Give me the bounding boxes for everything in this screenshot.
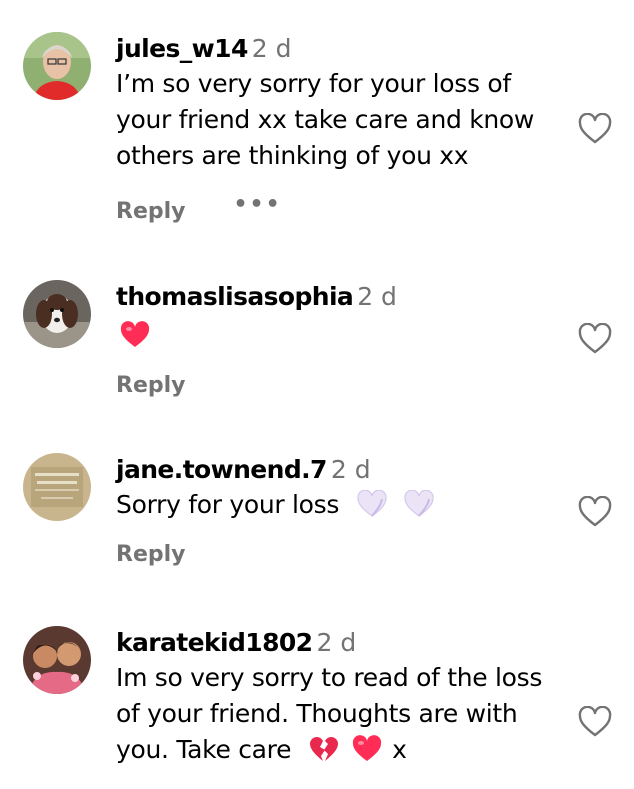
comment-text — [116, 318, 561, 354]
reply-button[interactable]: Reply — [116, 373, 186, 398]
comment-timestamp: 2 d — [316, 628, 357, 657]
comment-thread: jules_w14 2 d I’m so very sorry for your … — [0, 0, 634, 789]
reply-button[interactable]: Reply — [116, 199, 186, 224]
comment-timestamp: 2 d — [251, 34, 292, 63]
comment-text: Im so very sorry to read of the loss of … — [116, 660, 561, 768]
comment-username[interactable]: jane.townend.7 — [116, 455, 327, 484]
comment-timestamp: 2 d — [357, 282, 397, 311]
avatar[interactable] — [23, 453, 91, 521]
comment-text-line: you. Take care x — [116, 732, 561, 768]
like-heart-icon[interactable] — [578, 323, 612, 355]
comment-text: Sorry for your loss — [116, 487, 561, 523]
white-heart-emoji-icon — [357, 490, 387, 518]
comment-username[interactable]: thomaslisasophia — [116, 282, 354, 311]
comment-text-fragment: you. Take care — [116, 735, 292, 764]
comment-text-line: of your friend. Thoughts are with — [116, 699, 518, 728]
comment-text: I’m so very sorry for your loss of your … — [116, 69, 535, 170]
avatar[interactable] — [23, 280, 91, 348]
like-heart-icon[interactable] — [578, 496, 612, 528]
comment-text-content: Sorry for your loss — [116, 490, 340, 519]
red-heart-emoji-icon — [352, 735, 382, 763]
avatar[interactable] — [23, 626, 91, 694]
like-heart-icon[interactable] — [578, 113, 612, 145]
broken-heart-emoji-icon — [309, 735, 339, 763]
red-heart-emoji-icon — [120, 321, 150, 349]
like-heart-icon[interactable] — [578, 706, 612, 738]
comment-username[interactable]: karatekid1802 — [116, 628, 313, 657]
white-heart-emoji-icon — [404, 490, 434, 518]
comment-text-line: Im so very sorry to read of the loss — [116, 663, 543, 692]
reply-button[interactable]: Reply — [116, 542, 186, 567]
comment-username[interactable]: jules_w14 — [116, 34, 248, 63]
comment-text-fragment: x — [392, 735, 407, 764]
comment-timestamp: 2 d — [330, 455, 371, 484]
more-options-icon[interactable]: ••• — [234, 194, 282, 216]
avatar[interactable] — [23, 32, 91, 100]
